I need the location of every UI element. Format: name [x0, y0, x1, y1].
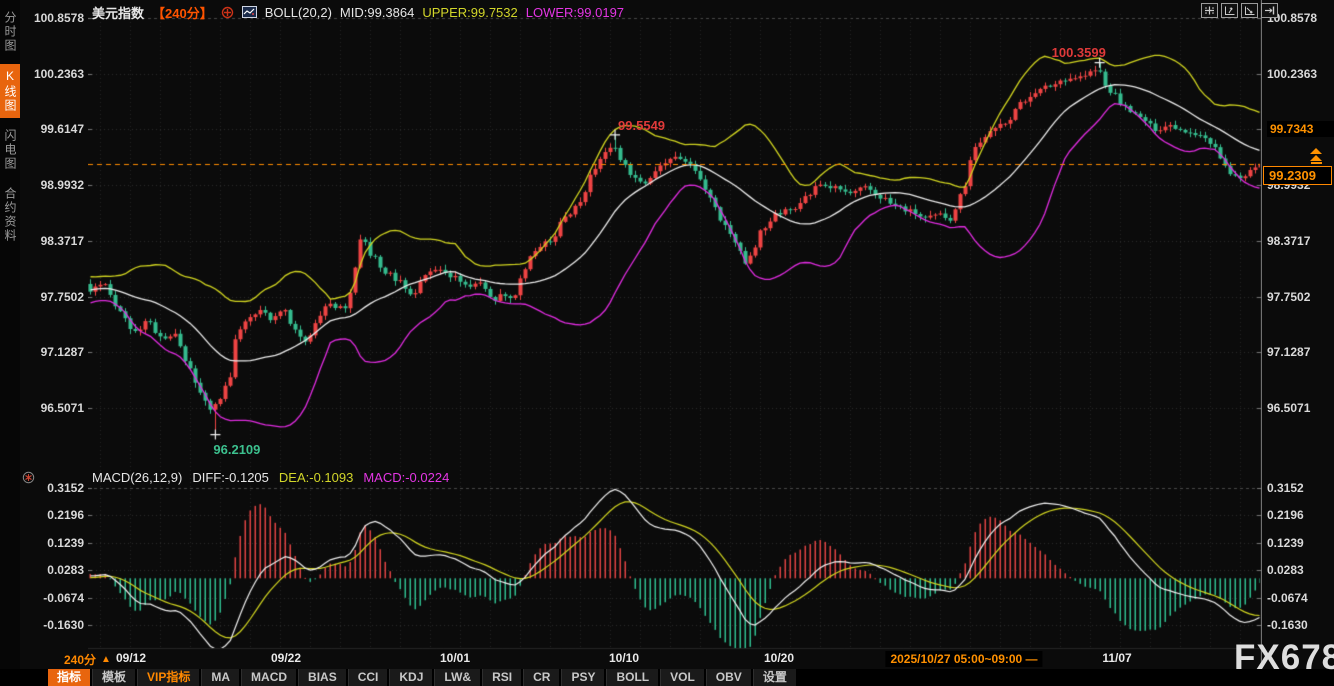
macd-axis-label: 0.2196 — [22, 507, 84, 523]
annotation-high-1: 99.5549 — [618, 118, 665, 133]
chart-type-icon[interactable] — [242, 6, 257, 18]
selected-candle-time-label: 2025/10/27 05:00~09:00 — — [885, 651, 1042, 667]
date-label: 10/20 — [764, 651, 794, 665]
upper-band-price-label: 99.7343 — [1267, 121, 1334, 137]
price-up-arrow-icon — [1309, 148, 1323, 164]
tab-quick-chart[interactable]: 闪电图 — [0, 124, 20, 176]
timeframe-badge[interactable]: 240分 ▲ — [64, 651, 111, 668]
price-axis-label: 97.1287 — [1267, 344, 1333, 360]
macd-axis-label: 0.1239 — [22, 535, 84, 551]
timeframe-arrow-icon: ▲ — [101, 654, 111, 665]
indicators-tab[interactable]: 指标 — [48, 669, 90, 686]
macd-axis-label: 0.1239 — [1267, 535, 1333, 551]
symbol-title: 美元指数 — [92, 3, 144, 22]
macd-hist-value: MACD:-0.0224 — [363, 470, 449, 485]
boll-label: BOLL(20,2) — [265, 5, 332, 20]
chart-header: 美元指数 【240分】 BOLL(20,2) MID:99.3864 UPPER… — [92, 4, 624, 20]
price-axis-label: 98.9932 — [22, 177, 84, 193]
date-label: 09/22 — [271, 651, 301, 665]
price-axis-label: 97.1287 — [22, 344, 84, 360]
period-label: 【240分】 — [152, 3, 213, 22]
tab-time-chart[interactable]: 分时图 — [0, 6, 20, 58]
price-axis-label: 98.3717 — [1267, 233, 1333, 249]
macd-dea-value: DEA:-0.1093 — [279, 470, 353, 485]
sidebar: 分时图 K线图闪电图合约资料 — [0, 0, 20, 686]
templates-tab[interactable]: 模板 — [92, 669, 135, 686]
date-label: 11/07 — [1102, 651, 1131, 665]
price-axis-label: 100.8578 — [22, 10, 84, 26]
chart-app: 分时图 K线图闪电图合约资料 美元指数 【240分】 BOLL(20,2) MID… — [0, 0, 1334, 686]
toolbar-item-vol[interactable]: VOL — [660, 669, 704, 686]
toolbar-item-cci[interactable]: CCI — [348, 669, 388, 686]
toolbar-item-cr[interactable]: CR — [523, 669, 559, 686]
indicator-pane-icon[interactable] — [22, 471, 35, 489]
macd-axis-label: -0.0674 — [22, 590, 84, 606]
price-axis-label: 98.3717 — [22, 233, 84, 249]
macd-axis-label: 0.3152 — [1267, 480, 1333, 496]
price-axis-label: 97.7502 — [22, 289, 84, 305]
price-axis-label: 96.5071 — [22, 400, 84, 416]
toolbar-item-lwr[interactable]: LW& — [434, 669, 480, 686]
fit-vertical-icon[interactable] — [1221, 3, 1238, 18]
macd-header: MACD(26,12,9) DIFF:-0.1205 DEA:-0.1093 M… — [92, 469, 449, 485]
macd-axis-label: 0.0283 — [1267, 562, 1333, 578]
toolbar-item-rsi[interactable]: RSI — [482, 669, 521, 686]
date-label: 10/01 — [440, 651, 470, 665]
macd-axis-label: -0.0674 — [1267, 590, 1333, 606]
toolbar-item-kdj[interactable]: KDJ — [389, 669, 432, 686]
annotation-low: 96.2109 — [213, 442, 260, 457]
fit-horizontal-icon[interactable] — [1241, 3, 1258, 18]
price-axis-label: 97.7502 — [1267, 289, 1333, 305]
price-axis-label: 100.2363 — [1267, 66, 1333, 82]
date-label: 09/12 — [116, 651, 146, 665]
macd-label: MACD(26,12,9) — [92, 470, 182, 485]
macd-axis-label: 0.0283 — [22, 562, 84, 578]
toolbar-item-obv[interactable]: OBV — [706, 669, 751, 686]
macd-axis-label: -0.1630 — [22, 617, 84, 633]
price-axis-label: 100.2363 — [22, 66, 84, 82]
macd-axis-label: -0.1630 — [1267, 617, 1333, 633]
move-tool-icon[interactable] — [1201, 3, 1218, 18]
settings-button[interactable]: 设置 — [753, 669, 796, 686]
timeframe-label: 240分 — [64, 651, 96, 668]
boll-mid-value: MID:99.3864 — [340, 5, 414, 20]
boll-upper-value: UPPER:99.7532 — [422, 5, 517, 20]
price-axis-label: 96.5071 — [1267, 400, 1333, 416]
macd-diff-value: DIFF:-0.1205 — [192, 470, 269, 485]
toolbar-item-psy[interactable]: PSY — [561, 669, 604, 686]
macd-axis-label: 0.2196 — [1267, 507, 1333, 523]
fx678-watermark: FX678 — [1234, 638, 1334, 678]
vip-indicators-tab[interactable]: VIP指标 — [137, 669, 199, 686]
price-axis-label: 99.6147 — [22, 121, 84, 137]
date-label: 10/10 — [609, 651, 639, 665]
chart-canvas[interactable] — [88, 0, 1262, 668]
pan-latest-icon[interactable] — [1261, 3, 1278, 18]
toolbar-item-boll[interactable]: BOLL — [606, 669, 658, 686]
boll-lower-value: LOWER:99.0197 — [526, 5, 624, 20]
crosshair-icon[interactable] — [221, 6, 234, 19]
tab-contract-info[interactable]: 合约资料 — [0, 182, 20, 248]
toolbar-item-bias[interactable]: BIAS — [298, 669, 346, 686]
toolbar-item-ma[interactable]: MA — [201, 669, 239, 686]
toolbar-item-macd[interactable]: MACD — [241, 669, 296, 686]
tab-candlestick-chart[interactable]: K线图 — [0, 64, 20, 118]
bottom-toolbar: 指标模板VIP指标MAMACDBIASCCIKDJLW&RSICRPSYBOLL… — [0, 669, 1334, 686]
current-price-label: 99.2309 — [1263, 166, 1332, 185]
annotation-high-2: 100.3599 — [1052, 45, 1106, 60]
chart-toolbox — [1201, 3, 1278, 18]
